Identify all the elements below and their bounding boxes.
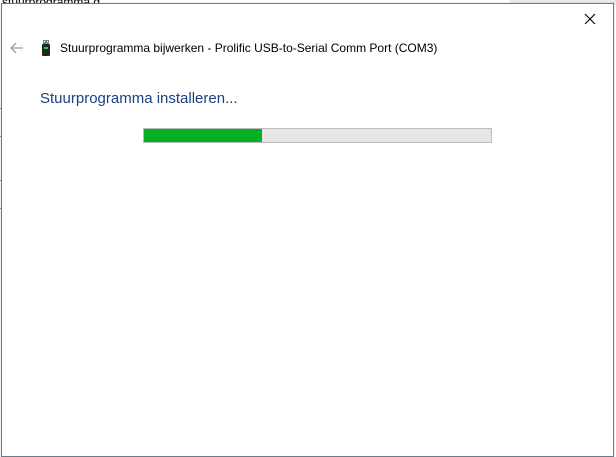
install-progress-bar: [143, 128, 492, 143]
dialog-header: Stuurprogramma bijwerken - Prolific USB-…: [2, 36, 613, 60]
back-button[interactable]: [6, 36, 28, 60]
back-arrow-icon: [10, 42, 23, 54]
install-progress-fill: [144, 129, 262, 142]
close-icon: [584, 13, 596, 24]
close-button[interactable]: [567, 4, 613, 33]
installing-heading: Stuurprogramma installeren...: [40, 90, 238, 107]
dialog-title: Stuurprogramma bijwerken - Prolific USB-…: [60, 41, 438, 55]
update-driver-dialog: Stuurprogramma bijwerken - Prolific USB-…: [1, 3, 614, 457]
usb-device-icon: [42, 40, 50, 56]
